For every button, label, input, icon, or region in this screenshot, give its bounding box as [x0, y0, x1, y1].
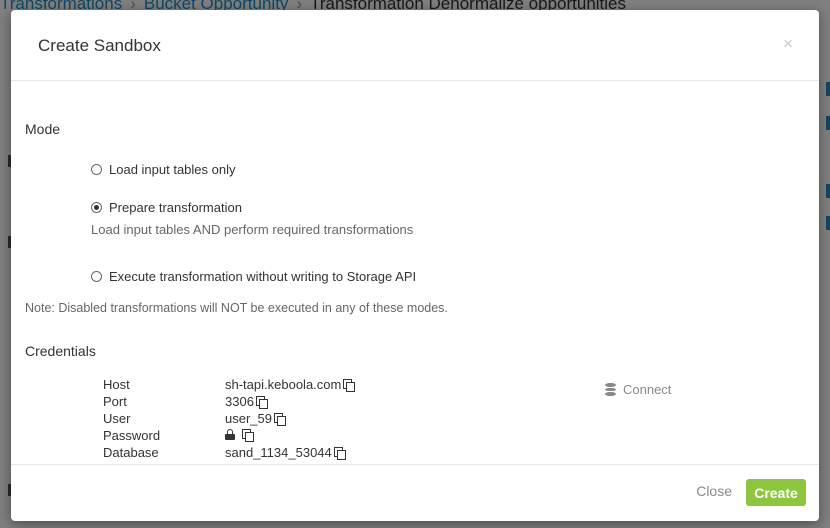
mode-option-execute[interactable]: Execute transformation without writing t…: [91, 269, 416, 284]
close-icon[interactable]: ×: [783, 34, 793, 54]
mode-option-label: Load input tables only: [109, 162, 236, 177]
credential-label: Port: [103, 394, 127, 409]
credential-label: User: [103, 411, 131, 426]
credential-value: sh-tapi.keboola.com: [225, 377, 356, 392]
radio-button[interactable]: [91, 271, 102, 282]
mode-option-label: Prepare transformation: [109, 200, 242, 215]
lock-icon: [225, 429, 235, 440]
credential-label: Password: [103, 428, 161, 443]
copy-icon[interactable]: [241, 428, 254, 442]
credential-value: user_59: [225, 411, 286, 426]
mode-option-label: Execute transformation without writing t…: [109, 269, 417, 284]
create-sandbox-modal: Create Sandbox × Mode Load input tables …: [11, 10, 819, 521]
credential-value: [225, 428, 254, 442]
modal-title: Create Sandbox: [38, 36, 161, 55]
credential-value: 3306: [225, 394, 268, 409]
copy-icon[interactable]: [255, 395, 268, 409]
database-icon: [605, 383, 616, 396]
copy-icon[interactable]: [333, 446, 346, 460]
mode-option-help: Load input tables AND perform required t…: [91, 222, 414, 237]
connect-link[interactable]: Connect: [605, 382, 671, 397]
credential-value-text: user_59: [225, 411, 272, 426]
radio-button[interactable]: [91, 164, 102, 175]
credential-label: Host: [103, 377, 130, 392]
close-button[interactable]: Close: [696, 483, 732, 499]
copy-icon[interactable]: [342, 378, 356, 392]
credential-value-text: sand_1134_53044: [225, 445, 332, 460]
credentials-section-title: Credentials: [25, 343, 96, 359]
modal-body: Mode Load input tables only Prepare tran…: [11, 82, 819, 464]
connect-label: Connect: [623, 382, 672, 397]
modal-header: Create Sandbox ×: [11, 10, 819, 81]
radio-button[interactable]: [91, 202, 102, 213]
copy-icon[interactable]: [273, 412, 286, 426]
credential-label: Database: [103, 445, 159, 460]
credential-value-text: sh-tapi.keboola.com: [225, 377, 342, 392]
mode-option-load-input[interactable]: Load input tables only: [91, 162, 235, 177]
create-button[interactable]: Create: [746, 479, 806, 506]
mode-option-prepare[interactable]: Prepare transformation: [91, 200, 242, 215]
credential-value: sand_1134_53044: [225, 445, 346, 460]
mode-note: Note: Disabled transformations will NOT …: [25, 301, 448, 315]
credential-value-text: 3306: [225, 394, 254, 409]
mode-section-title: Mode: [25, 121, 61, 137]
modal-footer: Close Create: [11, 464, 819, 521]
